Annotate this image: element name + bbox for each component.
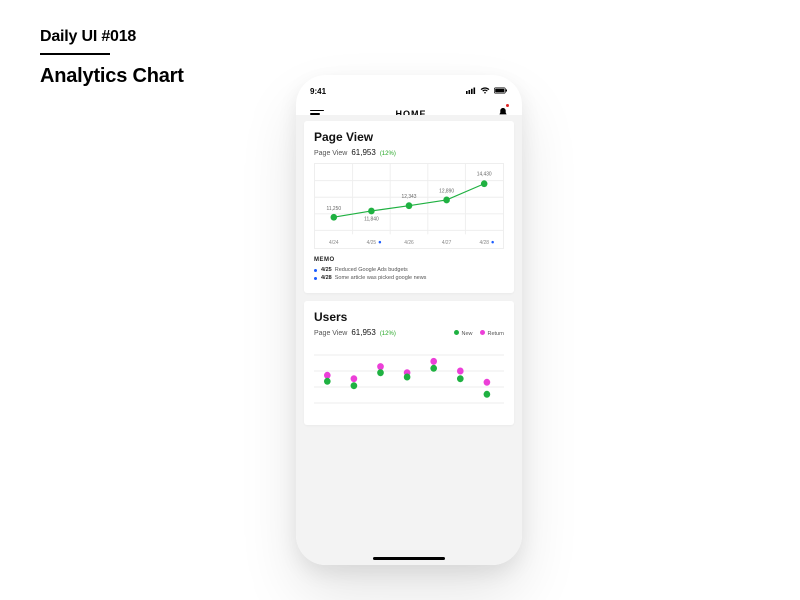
users-metric-row: Page View 61,953 (12%) New Return xyxy=(314,328,504,337)
memo-text: Reduced Google Ads budgets xyxy=(335,267,408,273)
cellular-signal-icon xyxy=(466,87,476,96)
memo-date: 4/25 xyxy=(321,267,332,273)
x-axis-label: 4/27 xyxy=(442,240,452,246)
data-point-return xyxy=(351,375,358,382)
metric-value: 61,953 xyxy=(351,328,375,337)
data-point xyxy=(368,208,375,215)
metric-label: Page View xyxy=(314,330,347,337)
card-users: Users Page View 61,953 (12%) New Return xyxy=(304,301,514,425)
data-point-return xyxy=(377,363,384,370)
chart-users xyxy=(314,343,504,415)
card-title-users: Users xyxy=(314,310,504,324)
wifi-icon xyxy=(480,87,490,96)
content-scroll-area[interactable]: Page View Page View 61,953 (12%) xyxy=(296,115,522,565)
metric-delta: (12%) xyxy=(380,331,396,337)
data-point-return xyxy=(430,358,437,365)
data-point-new xyxy=(324,378,331,385)
event-marker-icon xyxy=(379,241,381,244)
status-time: 9:41 xyxy=(310,87,326,96)
data-point-new xyxy=(430,365,437,372)
metric-label: Page View xyxy=(314,150,347,157)
data-point-label: 14,430 xyxy=(477,172,492,178)
data-point-new xyxy=(377,369,384,376)
chart-page-view: 11,250 11,840 12,343 12,890 14,430 4/24 … xyxy=(314,163,504,249)
data-point-new xyxy=(457,375,464,382)
notification-dot-icon xyxy=(506,104,509,107)
daily-ui-label: Daily UI #018 xyxy=(40,28,184,46)
memo-item: 4/28Some article was picked google news xyxy=(314,275,504,281)
data-point-return xyxy=(484,379,491,386)
series-line-page-view xyxy=(334,184,484,218)
page-view-metric-row: Page View 61,953 (12%) xyxy=(314,148,504,157)
data-point-new xyxy=(351,382,358,389)
phone-mock: 9:41 HOME xyxy=(296,75,522,565)
page-title-block: Daily UI #018 Analytics Chart xyxy=(40,28,184,88)
legend-label-return: Return xyxy=(487,331,504,337)
memo-dot-icon xyxy=(314,269,317,272)
memo-text: Some article was picked google news xyxy=(335,275,427,281)
users-legend: New Return xyxy=(454,330,504,337)
data-point-label: 12,890 xyxy=(439,188,454,194)
data-point-label: 11,250 xyxy=(327,206,342,212)
x-axis-label: 4/24 xyxy=(329,240,339,246)
memo-date: 4/28 xyxy=(321,275,332,281)
data-point-new xyxy=(484,391,491,398)
legend-swatch-return xyxy=(480,330,485,335)
title-underline xyxy=(40,53,110,55)
data-point xyxy=(331,214,338,221)
card-title-page-view: Page View xyxy=(314,130,504,144)
data-point xyxy=(406,202,413,209)
memo-dot-icon xyxy=(314,277,317,280)
data-point-label: 11,840 xyxy=(364,217,379,223)
data-point-return xyxy=(324,372,331,379)
card-page-view: Page View Page View 61,953 (12%) xyxy=(304,121,514,293)
memo-item: 4/25Reduced Google Ads budgets xyxy=(314,267,504,273)
phone-notch xyxy=(364,75,454,91)
data-point xyxy=(481,180,488,187)
metric-value: 61,953 xyxy=(351,148,375,157)
x-axis-label: 4/28 xyxy=(479,240,489,246)
home-indicator[interactable] xyxy=(373,557,445,560)
x-axis-label: 4/25 xyxy=(367,240,377,246)
memo-section: MEMO 4/25Reduced Google Ads budgets 4/28… xyxy=(314,257,504,281)
page-subtitle: Analytics Chart xyxy=(40,65,184,88)
data-point-new xyxy=(404,374,411,381)
legend-swatch-new xyxy=(454,330,459,335)
x-axis-label: 4/26 xyxy=(404,240,414,246)
metric-delta: (12%) xyxy=(380,151,396,157)
legend-label-new: New xyxy=(461,331,472,337)
event-marker-icon xyxy=(491,241,493,244)
data-point xyxy=(443,197,450,204)
battery-icon xyxy=(494,87,508,96)
data-point-return xyxy=(457,368,464,375)
data-point-label: 12,343 xyxy=(402,194,417,200)
memo-title: MEMO xyxy=(314,257,504,263)
